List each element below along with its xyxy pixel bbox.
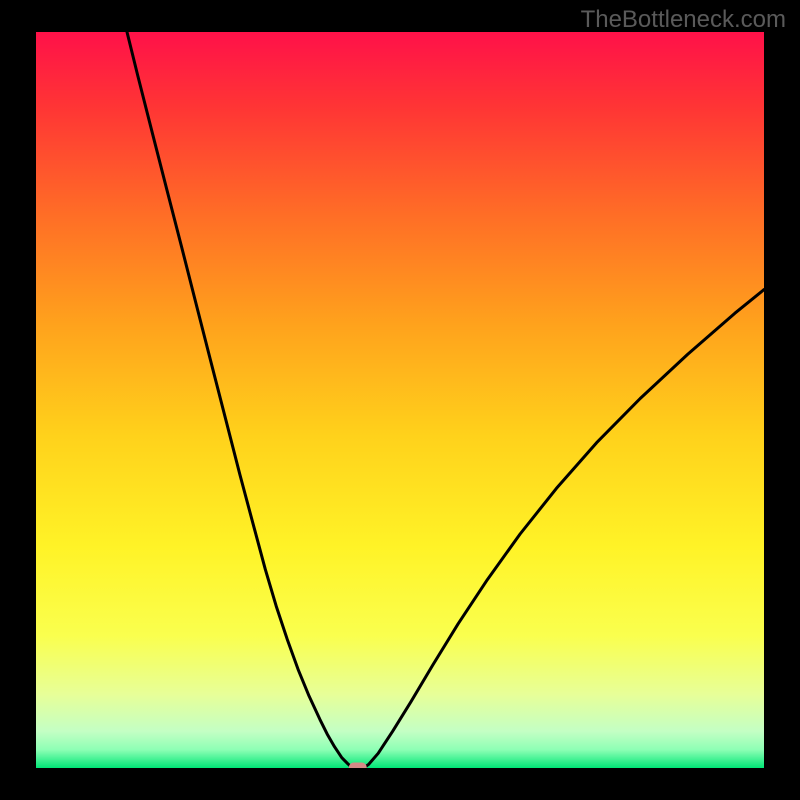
bottleneck-chart: TheBottleneck.com bbox=[0, 0, 800, 800]
watermark-label: TheBottleneck.com bbox=[581, 6, 786, 34]
optimal-point-marker bbox=[349, 763, 367, 774]
chart-svg bbox=[0, 0, 800, 800]
heat-gradient-background bbox=[36, 32, 764, 768]
